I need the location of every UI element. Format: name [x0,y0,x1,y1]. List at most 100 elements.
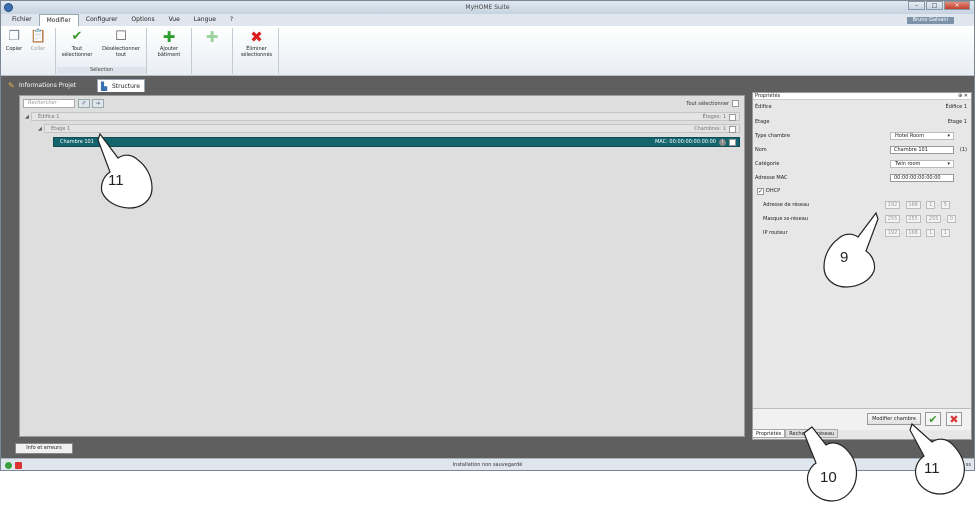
copy-label: Copier [5,46,23,52]
delete-selected-label: Éliminer sélectionnés [240,46,273,58]
menu-vue[interactable]: Vue [162,14,187,26]
search-go-icon[interactable]: ➜ [92,99,104,108]
menu-bar: Fichier Modifier Configurer Options Vue … [1,14,974,26]
window-title: MyHOME Suite [465,4,510,11]
hand-pointer-icon [97,132,153,209]
row-checkbox[interactable] [729,126,736,133]
check-icon: ✔ [71,29,83,44]
chevron-down-icon: ▾ [947,161,950,167]
plus-disabled-icon: ✚ [205,28,219,46]
ip-octet[interactable]: 255 [926,215,942,223]
paste-icon: 📋 [30,29,47,44]
ribbon: ❐ Copier 📋 Coller ✔ Tout sélectionner ☐ … [1,26,974,76]
ip-octet[interactable]: 255 [885,215,900,223]
add-building-button[interactable]: ✚ Ajouter bâtiment [150,28,188,59]
pointer-hand-callout: 10 [800,425,860,502]
router-ip-field[interactable]: 192. 168. 1. 1 [885,229,950,237]
subnet-mask-field[interactable]: 255. 255. 255. 0 [885,215,956,223]
ip-octet[interactable]: 192 [885,229,900,237]
menu-fichier[interactable]: Fichier [5,14,39,26]
ip-octet[interactable]: 168 [905,201,921,209]
prop-category: Catégorie Twin room ▾ [755,159,969,169]
ip-octet[interactable]: 1 [926,229,936,237]
close-button[interactable]: × [944,1,970,10]
add-building-label: Ajouter bâtiment [157,46,181,58]
tab-properties[interactable]: Propriétés [752,429,786,438]
callout-number: 11 [924,460,940,477]
status-icons [5,462,22,469]
select-all-toggle[interactable]: Tout sélectionner [686,100,739,107]
floor-count: Étages: 1 [702,114,727,120]
room-name-field[interactable]: Chambre 101 [890,146,954,154]
clear-search-icon[interactable]: ✐ [78,99,90,108]
expand-arrow-icon[interactable]: ◢ [25,113,29,122]
tab-structure-label: Structure [112,83,140,90]
prop-label: Adresse de réseau [763,202,810,208]
tab-project-info[interactable]: ✎ Informations Projet [5,79,80,92]
select-all-button[interactable]: ✔ Tout sélectionner [61,29,93,59]
ip-octet[interactable]: 168 [905,229,921,237]
prop-label: Type chambre [755,133,791,139]
connection-status-icon [5,462,12,469]
project-tab-strip: ✎ Informations Projet ▙ Structure [1,77,974,92]
paste-button[interactable]: 📋 Coller [27,29,49,53]
minimize-button[interactable]: – [908,1,925,10]
copy-button[interactable]: ❐ Copier [3,30,25,53]
prop-label: IP routeur [763,230,788,236]
pin-close-icon[interactable]: ⊕ ✕ [958,93,968,100]
ip-octet[interactable]: 1 [926,201,936,209]
deselect-all-button[interactable]: ☐ Désélectionner tout [99,29,143,59]
callout-number: 10 [820,469,837,486]
prop-floor: Etage Etage 1 [755,117,969,127]
delete-selected-button[interactable]: ✖ Éliminer sélectionnés [236,30,277,59]
prop-room-type: Type chambre Hotel Room ▾ [755,131,969,141]
ip-octet[interactable]: 5 [940,201,950,209]
ip-octet[interactable]: 192 [885,201,900,209]
tab-structure[interactable]: ▙ Structure [97,79,145,92]
properties-header: Propriétés ⊕ ✕ [753,93,971,100]
select-all-checkbox[interactable] [732,100,739,107]
prop-network-address: Adresse de réseau 192. 168. 1. 5 [755,200,969,210]
add-floor-button[interactable]: ✚ [197,30,227,46]
info-icon[interactable]: i [719,139,726,146]
menu-modifier[interactable]: Modifier [38,14,79,26]
prop-value: Etage 1 [947,119,967,125]
expand-arrow-icon[interactable]: ◢ [38,125,42,134]
ip-octet[interactable]: 255 [905,215,921,223]
plus-icon: ✚ [162,28,176,46]
menu-configurer[interactable]: Configurer [79,14,125,26]
tree-row-meta: Étages: 1 [702,113,736,122]
tree-row-building[interactable]: ◢ Édifice 1 Étages: 1 [25,112,740,122]
ip-octet[interactable]: 0 [946,215,956,223]
tree-row-meta: MAC: 00:00:00:00:00:00 i [655,138,736,147]
menu-help[interactable]: ? [223,14,240,26]
tree-label: Chambre 101 [60,139,94,145]
room-type-select[interactable]: Hotel Room ▾ [890,132,954,140]
maximize-button[interactable]: □ [926,1,943,10]
room-name-suffix: (1) [959,147,967,153]
dhcp-checkbox[interactable]: ✓ [757,188,764,195]
hand-pointer-icon [823,211,879,288]
search-input[interactable]: Rechercher [23,99,75,108]
category-select[interactable]: Twin room ▾ [890,160,954,168]
info-errors-button[interactable]: Info et erreurs [15,443,73,454]
row-checkbox[interactable] [729,139,736,146]
delete-group: ✖ Éliminer sélectionnés [234,28,279,74]
menu-langue[interactable]: Langue [187,14,223,26]
add-disabled-group: ✚ [193,28,233,74]
dhcp-label: DHCP [766,188,781,194]
checkbox-icon: ☐ [115,29,127,44]
selection-group-label: Sélection [57,67,146,74]
network-address-field[interactable]: 192. 168. 1. 5 [885,201,950,209]
pointer-hand-callout: 11 [908,420,968,495]
tree-label: Etage 1 [51,126,71,132]
prop-mac: Adresse MAC 00:00:00:00:00:00 [755,173,969,183]
row-checkbox[interactable] [729,114,736,121]
callout-number: 9 [840,249,849,266]
ip-octet[interactable]: 1 [940,229,950,237]
mac-address-field[interactable]: 00:00:00:00:00:00 [890,174,954,182]
menu-options[interactable]: Options [124,14,161,26]
prop-label: Catégorie [755,161,780,167]
app-icon [4,3,13,12]
tree-row-meta: Chambres: 1 [694,125,736,134]
